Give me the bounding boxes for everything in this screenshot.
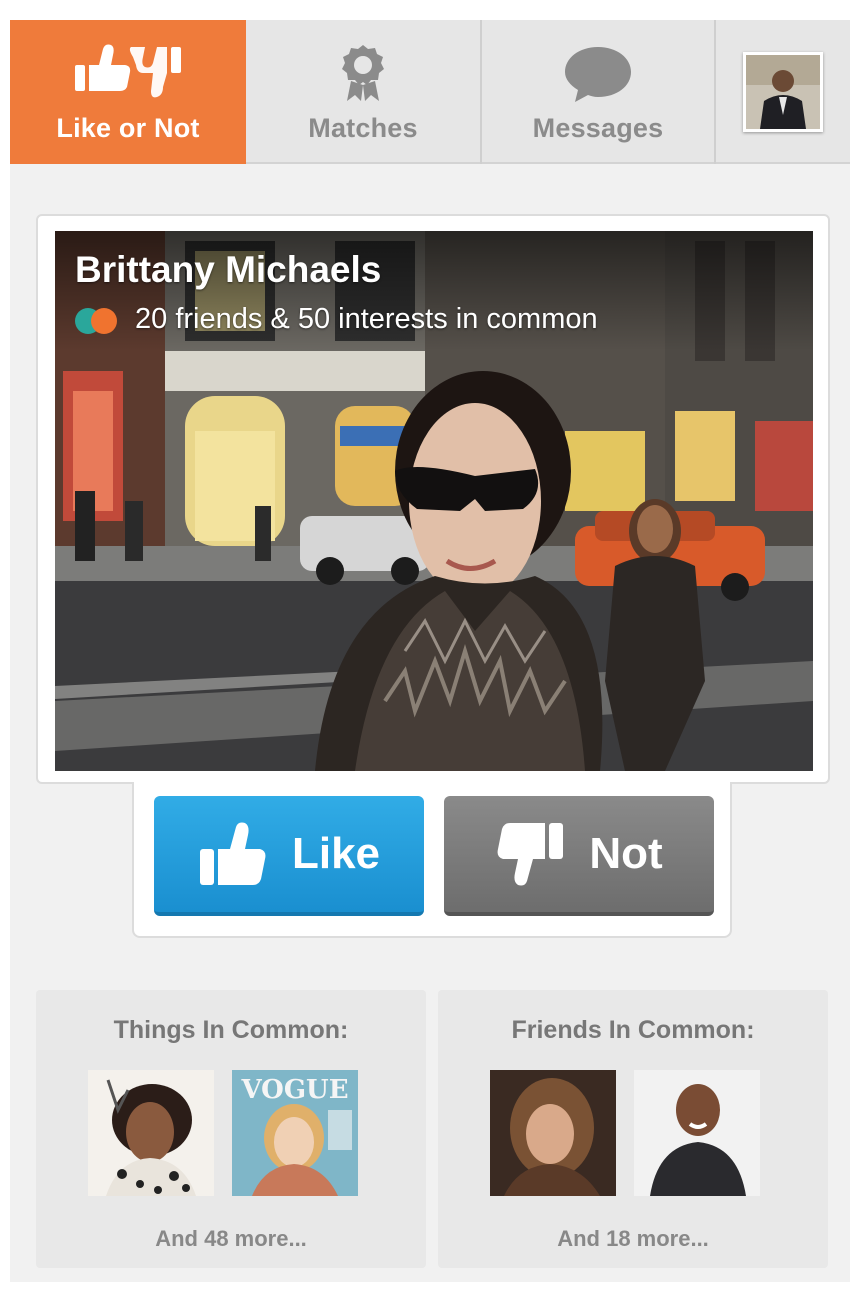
things-in-common-title: Things In Common:	[113, 1016, 349, 1044]
friends-more-link[interactable]: And 18 more...	[438, 1226, 828, 1252]
thumbs-up-icon	[198, 821, 268, 887]
tab-label: Messages	[532, 112, 664, 143]
thumbs-down-icon	[495, 821, 565, 887]
app-screen: Like or Not Matches Messages Brittany Mi…	[10, 20, 850, 1282]
like-button[interactable]: Like	[154, 796, 424, 916]
friends-in-common-title: Friends In Common:	[511, 1016, 755, 1044]
speech-bubble-icon	[563, 41, 633, 103]
thumbs-up-down-icon	[73, 41, 183, 103]
tab-messages[interactable]: Messages	[482, 20, 716, 164]
tab-profile[interactable]	[716, 20, 850, 164]
like-label: Like	[291, 829, 381, 878]
things-thumbnails: VOGUE	[88, 1070, 358, 1196]
tab-like-or-not[interactable]: Like or Not	[10, 20, 246, 164]
top-nav: Like or Not Matches Messages	[10, 20, 850, 164]
common-summary-text: 20 friends & 50 interests in common	[135, 303, 598, 335]
action-panel: Like Not	[132, 782, 732, 938]
things-in-common-panel: Things In Common: VOGUE And 48 more...	[36, 990, 426, 1268]
friends-in-common-panel: Friends In Common: And 18 more...	[438, 990, 828, 1268]
svg-text:VOGUE: VOGUE	[240, 1075, 348, 1105]
magazine-cover-photo[interactable]: VOGUE	[232, 1070, 358, 1196]
common-dots-icon	[75, 306, 125, 334]
not-button[interactable]: Not	[444, 796, 714, 916]
friend-photo[interactable]	[634, 1070, 760, 1196]
award-ribbon-icon	[337, 41, 389, 103]
friends-thumbnails	[490, 1070, 760, 1196]
user-avatar[interactable]	[743, 52, 823, 132]
tab-label: Like or Not	[56, 112, 200, 143]
profile-photo[interactable]: Brittany Michaels 20 friends & 50 intere…	[55, 231, 813, 771]
music-artist-photo[interactable]	[88, 1070, 214, 1196]
profile-name: Brittany Michaels	[75, 249, 382, 290]
tab-label: Matches	[308, 112, 418, 143]
friend-photo[interactable]	[490, 1070, 616, 1196]
not-label: Not	[589, 829, 663, 878]
things-more-link[interactable]: And 48 more...	[36, 1226, 426, 1252]
profile-card: Brittany Michaels 20 friends & 50 intere…	[36, 214, 830, 784]
common-summary: 20 friends & 50 interests in common	[75, 303, 598, 336]
tab-matches[interactable]: Matches	[246, 20, 482, 164]
